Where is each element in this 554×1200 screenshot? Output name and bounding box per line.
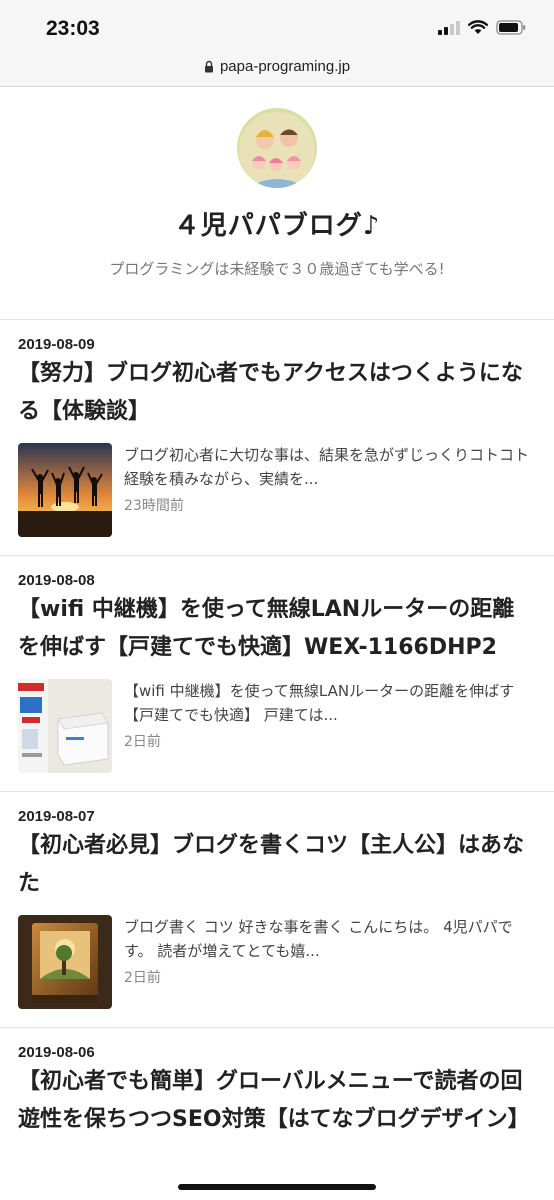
article-relative-time: 2日前 [124,734,161,750]
article-title-link[interactable]: 【初心者必見】ブログを書くコツ【主人公】はあなた [18,827,536,903]
lock-icon [204,60,213,73]
article-title-link[interactable]: 【努力】ブログ初心者でもアクセスはつくようになる【体験談】 [18,355,536,431]
article-date: 2019-08-06 [18,1044,95,1061]
article-item[interactable]: 2019-08-08 【wifi 中継機】を使って無線LANルーターの距離を伸ば… [0,556,554,792]
article-relative-time: 23時間前 [124,498,184,514]
article-excerpt: 【wifi 中継機】を使って無線LANルーターの距離を伸ばす【戸建てでも快適】 … [124,682,515,724]
article-item[interactable]: 2019-08-09 【努力】ブログ初心者でもアクセスはつくようになる【体験談】… [0,320,554,556]
article-date: 2019-08-09 [18,336,95,353]
blog-description: プログラミングは未経験で３０歳過ぎても学べる! [109,260,445,278]
battery-icon [496,20,526,35]
article-date: 2019-08-07 [18,808,95,825]
blog-avatar[interactable] [237,108,317,188]
article-title-link[interactable]: 【初心者でも簡単】グローバルメニューで読者の回遊性を保ちつつSEO対策【はてなブ… [18,1063,536,1139]
address-bar[interactable]: papa-programing.jp [0,58,554,87]
article-excerpt: ブログ初心者に大切な事は、結果を急がずじっくりコトコト経験を積みながら、実績を.… [124,446,530,488]
status-bar: 23:03 [0,0,554,58]
article-relative-time: 2日前 [124,970,161,986]
article-thumbnail[interactable] [18,679,112,773]
blog-header: ４児パパブログ♪ プログラミングは未経験で３０歳過ぎても学べる! [0,87,554,320]
article-item[interactable]: 2019-08-07 【初心者必見】ブログを書くコツ【主人公】はあなた ブログ書… [0,792,554,1028]
home-indicator[interactable] [178,1184,376,1190]
cellular-signal-icon [438,20,460,35]
article-thumbnail[interactable] [18,915,112,1009]
status-time: 23:03 [46,17,100,40]
article-date: 2019-08-08 [18,572,95,589]
blog-title[interactable]: ４児パパブログ♪ [0,205,554,242]
article-thumbnail[interactable] [18,443,112,537]
article-excerpt: ブログ書く コツ 好きな事を書く こんにちは。 4児パパです。 読者が増えてとて… [124,918,513,960]
article-item[interactable]: 2019-08-06 【初心者でも簡単】グローバルメニューで読者の回遊性を保ちつ… [0,1028,554,1157]
status-icons [438,20,526,35]
wifi-icon [468,20,488,34]
url-text: papa-programing.jp [219,58,351,75]
article-title-link[interactable]: 【wifi 中継機】を使って無線LANルーターの距離を伸ばす【戸建てでも快適】W… [18,591,536,667]
